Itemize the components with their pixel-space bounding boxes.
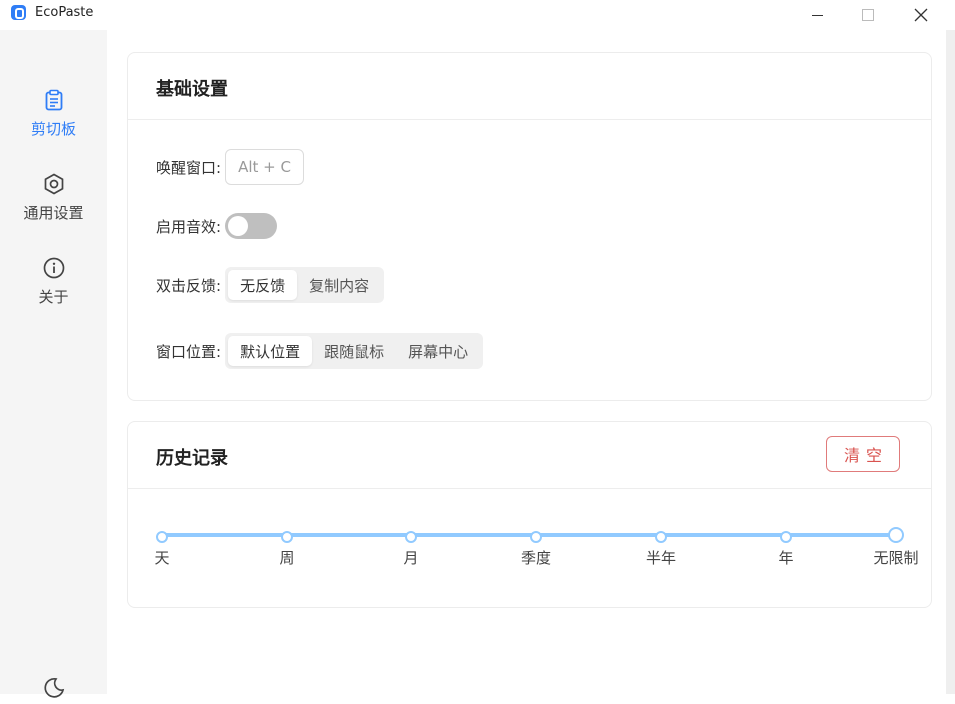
sound-row: 启用音效: [156, 213, 278, 239]
option-follow-mouse[interactable]: 跟随鼠标 [312, 336, 396, 366]
sidebar-item-general-settings[interactable]: 通用设置 [0, 172, 107, 242]
close-button[interactable] [898, 0, 944, 30]
window-position-label: 窗口位置: [156, 342, 222, 361]
option-default-position[interactable]: 默认位置 [228, 336, 313, 366]
history-card: 历史记录 清空 天 周 月 季度 半年 年 无限制 [127, 421, 932, 608]
maximize-button[interactable] [845, 0, 891, 30]
sidebar-item-label: 剪切板 [30, 120, 76, 138]
clipboard-icon [42, 88, 66, 112]
sound-toggle[interactable] [225, 213, 278, 239]
wake-window-row: 唤醒窗口: Alt + C [156, 149, 304, 185]
slider-dot[interactable] [655, 531, 667, 543]
sidebar: 剪切板 通用设置 关于 [0, 30, 107, 698]
wake-window-label: 唤醒窗口: [156, 158, 222, 177]
title-bar: EcoPaste [0, 0, 955, 30]
moon-icon [44, 678, 65, 698]
sidebar-item-clipboard[interactable]: 剪切板 [0, 88, 107, 158]
maximize-icon [862, 9, 874, 21]
history-title: 历史记录 [156, 448, 228, 469]
slider-dot[interactable] [156, 531, 168, 543]
slider-dot[interactable] [405, 531, 417, 543]
slider-dot[interactable] [780, 531, 792, 543]
history-slider-handle[interactable] [888, 527, 904, 543]
double-click-label: 双击反馈: [156, 276, 222, 295]
basic-settings-card: 基础设置 唤醒窗口: Alt + C 启用音效: 双击反馈: 无反馈 复制内容 … [127, 52, 932, 401]
window-position-segmented: 默认位置 跟随鼠标 屏幕中心 [225, 333, 484, 369]
slider-mark-day[interactable]: 天 [154, 547, 169, 568]
double-click-row: 双击反馈: 无反馈 复制内容 [156, 267, 385, 303]
slider-dot[interactable] [281, 531, 293, 543]
card-header: 基础设置 [128, 53, 931, 120]
sound-label: 启用音效: [156, 217, 222, 236]
toggle-knob [228, 216, 249, 236]
theme-toggle-button[interactable] [42, 676, 66, 700]
window-edge [946, 30, 955, 694]
slider-mark-month[interactable]: 月 [403, 547, 418, 568]
window-position-row: 窗口位置: 默认位置 跟随鼠标 屏幕中心 [156, 333, 484, 369]
hexagon-settings-icon [42, 172, 66, 196]
basic-settings-title: 基础设置 [156, 79, 228, 100]
minimize-icon [811, 14, 823, 16]
double-click-segmented: 无反馈 复制内容 [225, 267, 385, 303]
app-title: EcoPaste [35, 5, 94, 20]
slider-mark-half-year[interactable]: 半年 [646, 547, 676, 568]
minimize-button[interactable] [794, 0, 840, 30]
close-icon [914, 8, 928, 22]
slider-mark-year[interactable]: 年 [778, 547, 793, 568]
slider-mark-unlimited[interactable]: 无限制 [873, 547, 918, 568]
sidebar-item-about[interactable]: 关于 [0, 256, 107, 326]
sidebar-item-label: 通用设置 [23, 204, 84, 222]
option-no-feedback[interactable]: 无反馈 [228, 270, 298, 300]
slider-mark-week[interactable]: 周 [279, 547, 294, 568]
option-copy-content[interactable]: 复制内容 [297, 270, 381, 300]
clear-history-button[interactable]: 清空 [826, 436, 900, 472]
slider-mark-quarter[interactable]: 季度 [521, 547, 551, 568]
option-screen-center[interactable]: 屏幕中心 [396, 336, 480, 366]
sidebar-item-label: 关于 [38, 288, 69, 306]
wake-shortcut-input[interactable]: Alt + C [225, 149, 304, 185]
info-circle-icon [42, 256, 66, 280]
app-logo-icon [11, 5, 26, 20]
card-header: 历史记录 清空 [128, 422, 931, 489]
slider-dot[interactable] [530, 531, 542, 543]
